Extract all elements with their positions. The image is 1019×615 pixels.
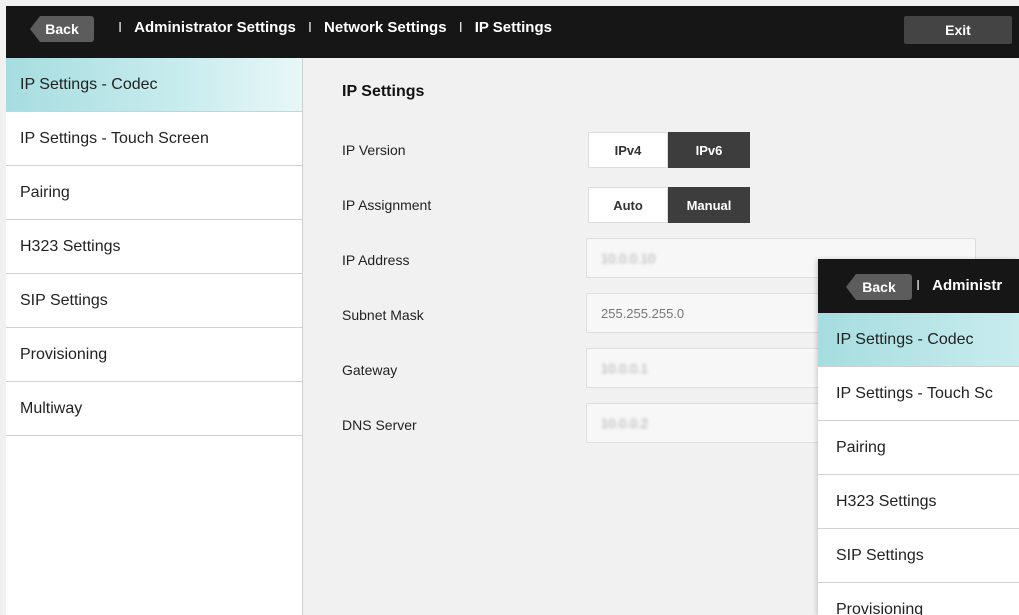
sidebar-item-label: Pairing — [20, 183, 70, 201]
auto-option[interactable]: Auto — [588, 187, 668, 223]
gateway-value: 10.0.0.1 — [601, 360, 648, 376]
back-button[interactable]: Back — [30, 16, 94, 42]
sidebar-item-label: Multiway — [20, 399, 83, 417]
dns-server-label: DNS Server — [342, 417, 417, 433]
sidebar-item-ip-settings-codec[interactable]: IP Settings - Codec — [6, 58, 302, 112]
preview-item-h323-settings[interactable]: H323 Settings — [818, 475, 1019, 529]
breadcrumb-separator: I — [307, 19, 313, 36]
sidebar-item-label: IP Settings - Touch Screen — [20, 129, 209, 147]
ip-version-toggle: IPv4 IPv6 — [588, 132, 750, 168]
preview-window: Back I Administr IP Settings - Codec IP S… — [818, 259, 1019, 615]
preview-item-ip-settings-codec[interactable]: IP Settings - Codec — [818, 313, 1019, 367]
sidebar-item-sip-settings[interactable]: SIP Settings — [6, 274, 302, 328]
subnet-mask-value: 255.255.255.0 — [601, 305, 685, 321]
preview-breadcrumb: I Administr — [916, 277, 1002, 294]
preview-item-sip-settings[interactable]: SIP Settings — [818, 529, 1019, 583]
breadcrumb-separator: I — [118, 19, 123, 36]
ip-assignment-label: IP Assignment — [342, 197, 432, 213]
sidebar-item-multiway[interactable]: Multiway — [6, 382, 302, 436]
ip-assignment-toggle: Auto Manual — [588, 187, 750, 223]
exit-button[interactable]: Exit — [904, 16, 1012, 44]
sidebar-item-label: H323 Settings — [20, 237, 121, 255]
subnet-mask-label: Subnet Mask — [342, 307, 424, 323]
sidebar-item-label: IP Settings - Codec — [20, 75, 158, 93]
sidebar-item-ip-settings-touch-screen[interactable]: IP Settings - Touch Screen — [6, 112, 302, 166]
ip-address-label: IP Address — [342, 252, 410, 268]
manual-option[interactable]: Manual — [668, 187, 750, 223]
gateway-label: Gateway — [342, 362, 398, 378]
ipv6-option[interactable]: IPv6 — [668, 132, 750, 168]
dns-server-value: 10.0.0.2 — [601, 415, 648, 431]
preview-item-pairing[interactable]: Pairing — [818, 421, 1019, 475]
preview-item-ip-settings-touch-screen[interactable]: IP Settings - Touch Sc — [818, 367, 1019, 421]
preview-item-provisioning[interactable]: Provisioning — [818, 583, 1019, 615]
breadcrumb-ip-settings: IP Settings — [474, 19, 552, 36]
sidebar-item-provisioning[interactable]: Provisioning — [6, 328, 302, 382]
ipv4-option[interactable]: IPv4 — [588, 132, 668, 168]
preview-breadcrumb-separator: I — [916, 277, 921, 294]
ip-version-label: IP Version — [342, 142, 406, 158]
sidebar: IP Settings - Codec IP Settings - Touch … — [6, 58, 303, 615]
preview-back-button[interactable]: Back — [846, 274, 912, 300]
sidebar-item-label: Provisioning — [20, 345, 108, 363]
sidebar-item-h323-settings[interactable]: H323 Settings — [6, 220, 302, 274]
ip-address-value: 10.0.0.10 — [601, 250, 656, 266]
preview-top-bar: Back I Administr — [818, 259, 1019, 313]
breadcrumb: I Administrator Settings I Network Setti… — [106, 19, 552, 36]
top-bar: Back I Administrator Settings I Network … — [6, 6, 1019, 58]
breadcrumb-separator: I — [458, 19, 463, 36]
sidebar-item-pairing[interactable]: Pairing — [6, 166, 302, 220]
breadcrumb-administrator-settings[interactable]: Administrator Settings — [134, 19, 296, 36]
sidebar-item-label: SIP Settings — [20, 291, 108, 309]
page-title: IP Settings — [342, 83, 425, 100]
breadcrumb-network-settings[interactable]: Network Settings — [324, 19, 447, 36]
preview-breadcrumb-label[interactable]: Administr — [932, 277, 1002, 294]
